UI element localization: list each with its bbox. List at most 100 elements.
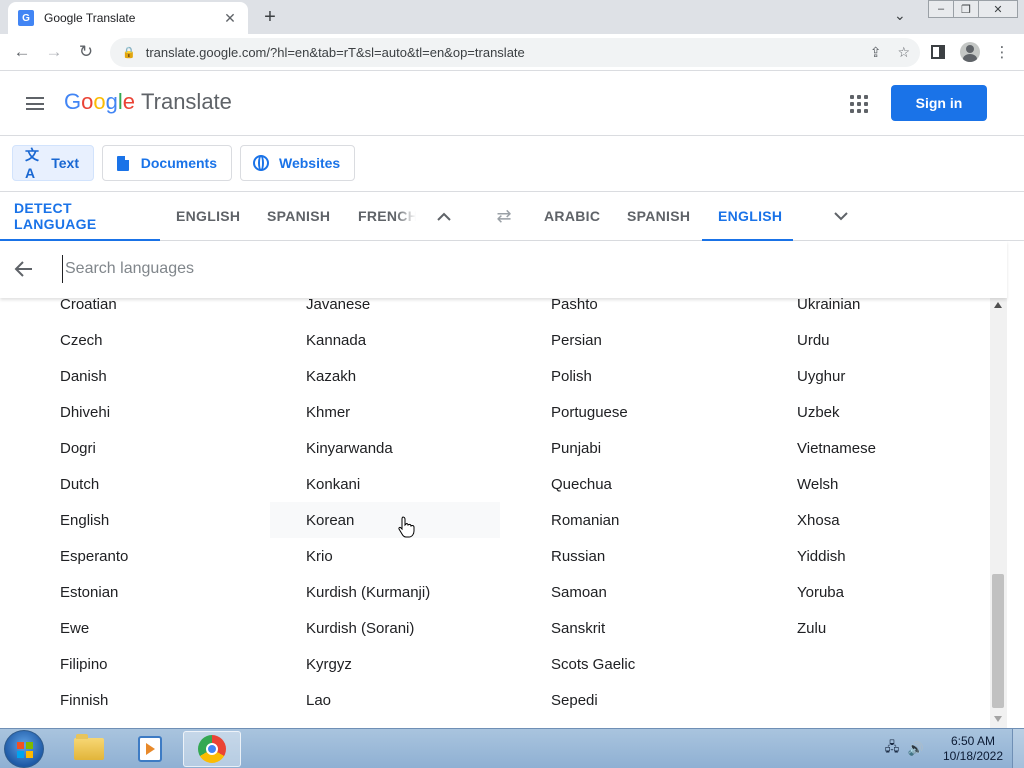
- volume-icon[interactable]: 🔊: [908, 741, 924, 757]
- language-column-2: Javanese Kannada Kazakh Khmer Kinyarwanda Kon…: [270, 286, 536, 718]
- language-option[interactable]: Punjabi: [551, 430, 781, 466]
- scroll-up-arrow-icon[interactable]: [994, 302, 1002, 308]
- close-window-icon[interactable]: ✕: [978, 0, 1018, 18]
- hand-cursor-icon: [398, 516, 416, 538]
- language-option[interactable]: Finnish: [60, 682, 290, 718]
- profile-avatar-icon[interactable]: [958, 40, 982, 64]
- tab-search-chevron-icon[interactable]: ⌄: [894, 7, 906, 24]
- scrollbar-thumb[interactable]: [992, 574, 1004, 708]
- clock-date: 10/18/2022: [942, 749, 1004, 763]
- language-column-1: Croatian Czech Danish Dhivehi Dogri Dutch Engl…: [60, 286, 290, 718]
- google-apps-grid-icon[interactable]: [850, 95, 868, 113]
- back-arrow-icon[interactable]: [14, 259, 34, 279]
- language-option[interactable]: Estonian: [60, 574, 290, 610]
- bookmark-star-icon[interactable]: ☆: [897, 44, 910, 61]
- language-option[interactable]: Urdu: [797, 322, 990, 358]
- sign-in-button[interactable]: Sign in: [891, 85, 987, 121]
- language-option[interactable]: Vietnamese: [797, 430, 990, 466]
- language-option[interactable]: Uyghur: [797, 358, 990, 394]
- language-option[interactable]: Sanskrit: [551, 610, 781, 646]
- language-option[interactable]: Khmer: [306, 394, 536, 430]
- language-column-4: Ukrainian Urdu Uyghur Uzbek Vietnamese Welsh X…: [797, 286, 990, 646]
- language-option[interactable]: Russian: [551, 538, 781, 574]
- chevron-down-icon[interactable]: [830, 205, 852, 227]
- source-lang-english[interactable]: ENGLISH: [176, 192, 240, 240]
- language-option[interactable]: Polish: [551, 358, 781, 394]
- language-option[interactable]: Dogri: [60, 430, 290, 466]
- language-option[interactable]: Korean: [270, 502, 500, 538]
- lock-icon: 🔒: [122, 47, 136, 59]
- network-icon[interactable]: 🖧: [884, 739, 900, 757]
- language-option[interactable]: Sepedi: [551, 682, 781, 718]
- source-lang-french[interactable]: FRENCH: [358, 192, 416, 240]
- language-option[interactable]: Welsh: [797, 466, 990, 502]
- mode-text-button[interactable]: 文A Text: [12, 145, 94, 181]
- search-languages-input[interactable]: [62, 255, 962, 283]
- new-tab-plus-icon[interactable]: +: [258, 5, 282, 29]
- reload-icon[interactable]: ↻: [74, 40, 98, 64]
- language-option[interactable]: Kazakh: [306, 358, 536, 394]
- media-player-icon[interactable]: [121, 731, 179, 767]
- language-option[interactable]: Kurdish (Sorani): [306, 610, 536, 646]
- language-option[interactable]: Danish: [60, 358, 290, 394]
- language-option[interactable]: Quechua: [551, 466, 781, 502]
- side-panel-icon[interactable]: [926, 40, 950, 64]
- target-lang-arabic[interactable]: ARABIC: [544, 192, 600, 240]
- tab-close-icon[interactable]: ✕: [222, 10, 238, 27]
- main-menu-hamburger-icon[interactable]: [26, 97, 44, 110]
- language-option[interactable]: Dhivehi: [60, 394, 290, 430]
- mode-websites-button[interactable]: Websites: [240, 145, 355, 181]
- target-lang-english[interactable]: ENGLISH: [702, 192, 793, 241]
- language-option[interactable]: Konkani: [306, 466, 536, 502]
- file-explorer-icon[interactable]: [60, 731, 118, 767]
- mode-documents-button[interactable]: Documents: [102, 145, 232, 181]
- language-option[interactable]: Scots Gaelic: [551, 646, 781, 682]
- system-clock[interactable]: 6:50 AM 10/18/2022: [936, 734, 1010, 764]
- language-option[interactable]: Xhosa: [797, 502, 990, 538]
- target-lang-spanish[interactable]: SPANISH: [627, 192, 690, 240]
- chrome-taskbar-icon[interactable]: [183, 731, 241, 767]
- logo-letter: e: [122, 89, 136, 114]
- forward-arrow-icon[interactable]: →: [42, 40, 66, 64]
- language-option[interactable]: Romanian: [551, 502, 781, 538]
- share-icon[interactable]: ⇪: [870, 44, 882, 61]
- language-option[interactable]: Samoan: [551, 574, 781, 610]
- language-list-scrollbar[interactable]: [990, 298, 1007, 728]
- back-arrow-icon[interactable]: ←: [10, 40, 34, 64]
- language-option[interactable]: Yiddish: [797, 538, 990, 574]
- source-lang-detect[interactable]: DETECT LANGUAGE: [0, 192, 160, 241]
- start-button[interactable]: [4, 730, 44, 768]
- swap-languages-icon[interactable]: ⇄: [492, 206, 516, 226]
- language-option[interactable]: Kinyarwanda: [306, 430, 536, 466]
- scroll-down-arrow-icon[interactable]: [994, 716, 1002, 722]
- language-option[interactable]: Dutch: [60, 466, 290, 502]
- minimize-window-icon[interactable]: –: [928, 0, 954, 18]
- language-list: Croatian Czech Danish Dhivehi Dogri Dutch Engl…: [0, 286, 990, 728]
- language-option[interactable]: Kannada: [306, 322, 536, 358]
- language-option[interactable]: Persian: [551, 322, 781, 358]
- language-option[interactable]: Filipino: [60, 646, 290, 682]
- mode-label: Text: [51, 155, 79, 171]
- language-option[interactable]: Uzbek: [797, 394, 990, 430]
- language-option[interactable]: Kurdish (Kurmanji): [306, 574, 536, 610]
- language-option[interactable]: Kyrgyz: [306, 646, 536, 682]
- language-option[interactable]: Czech: [60, 322, 290, 358]
- restore-window-icon[interactable]: ❐: [953, 0, 979, 18]
- address-bar[interactable]: 🔒 translate.google.com/?hl=en&tab=rT&sl=…: [110, 38, 920, 67]
- language-option[interactable]: Portuguese: [551, 394, 781, 430]
- language-option[interactable]: Ewe: [60, 610, 290, 646]
- translate-header: Google Translate Sign in: [0, 71, 1024, 136]
- browser-tab[interactable]: G Google Translate ✕: [8, 2, 248, 34]
- show-desktop-button[interactable]: [1012, 729, 1024, 768]
- language-option[interactable]: Yoruba: [797, 574, 990, 610]
- browser-menu-kebab-icon[interactable]: ⋮: [990, 40, 1014, 64]
- language-option[interactable]: Lao: [306, 682, 536, 718]
- language-option[interactable]: Krio: [306, 538, 536, 574]
- language-option[interactable]: Zulu: [797, 610, 990, 646]
- google-translate-logo[interactable]: Google Translate: [64, 89, 232, 115]
- language-option[interactable]: English: [60, 502, 290, 538]
- chevron-up-icon[interactable]: [433, 205, 455, 227]
- source-lang-spanish[interactable]: SPANISH: [267, 192, 330, 240]
- language-option[interactable]: Esperanto: [60, 538, 290, 574]
- translation-mode-bar: 文A Text Documents Websites: [0, 136, 1024, 192]
